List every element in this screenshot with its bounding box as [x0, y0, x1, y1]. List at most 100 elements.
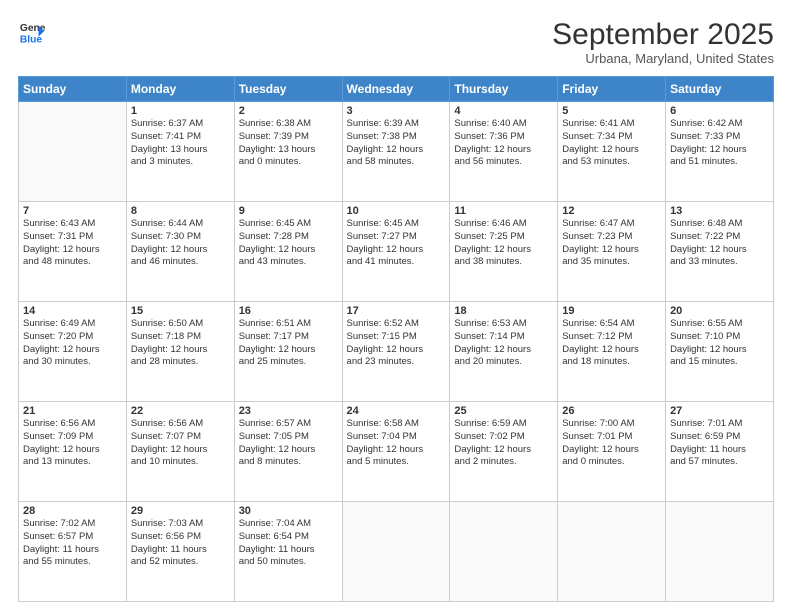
col-saturday: Saturday — [666, 77, 774, 102]
calendar-cell: 29Sunrise: 7:03 AMSunset: 6:56 PMDayligh… — [126, 502, 234, 602]
calendar-cell — [558, 502, 666, 602]
calendar-cell: 18Sunrise: 6:53 AMSunset: 7:14 PMDayligh… — [450, 302, 558, 402]
cell-info: Sunrise: 6:37 AMSunset: 7:41 PMDaylight:… — [131, 118, 230, 169]
day-number: 1 — [131, 105, 230, 117]
header: General Blue September 2025 Urbana, Mary… — [18, 18, 774, 66]
calendar-cell: 26Sunrise: 7:00 AMSunset: 7:01 PMDayligh… — [558, 402, 666, 502]
calendar-cell: 7Sunrise: 6:43 AMSunset: 7:31 PMDaylight… — [19, 202, 127, 302]
calendar-cell: 9Sunrise: 6:45 AMSunset: 7:28 PMDaylight… — [234, 202, 342, 302]
day-number: 16 — [239, 305, 338, 317]
col-thursday: Thursday — [450, 77, 558, 102]
day-number: 5 — [562, 105, 661, 117]
day-number: 8 — [131, 205, 230, 217]
calendar-cell: 8Sunrise: 6:44 AMSunset: 7:30 PMDaylight… — [126, 202, 234, 302]
cell-info: Sunrise: 6:48 AMSunset: 7:22 PMDaylight:… — [670, 218, 769, 269]
calendar-cell: 10Sunrise: 6:45 AMSunset: 7:27 PMDayligh… — [342, 202, 450, 302]
cell-info: Sunrise: 6:59 AMSunset: 7:02 PMDaylight:… — [454, 418, 553, 469]
day-number: 2 — [239, 105, 338, 117]
page: General Blue September 2025 Urbana, Mary… — [0, 0, 792, 612]
cell-info: Sunrise: 6:56 AMSunset: 7:09 PMDaylight:… — [23, 418, 122, 469]
title-block: September 2025 Urbana, Maryland, United … — [552, 18, 774, 66]
calendar-cell: 16Sunrise: 6:51 AMSunset: 7:17 PMDayligh… — [234, 302, 342, 402]
day-number: 18 — [454, 305, 553, 317]
cell-info: Sunrise: 6:41 AMSunset: 7:34 PMDaylight:… — [562, 118, 661, 169]
calendar-cell: 13Sunrise: 6:48 AMSunset: 7:22 PMDayligh… — [666, 202, 774, 302]
cell-info: Sunrise: 6:40 AMSunset: 7:36 PMDaylight:… — [454, 118, 553, 169]
day-number: 7 — [23, 205, 122, 217]
day-number: 24 — [347, 405, 446, 417]
calendar-cell: 1Sunrise: 6:37 AMSunset: 7:41 PMDaylight… — [126, 102, 234, 202]
calendar-cell: 12Sunrise: 6:47 AMSunset: 7:23 PMDayligh… — [558, 202, 666, 302]
day-number: 4 — [454, 105, 553, 117]
col-tuesday: Tuesday — [234, 77, 342, 102]
calendar-header-row: Sunday Monday Tuesday Wednesday Thursday… — [19, 77, 774, 102]
day-number: 30 — [239, 505, 338, 517]
cell-info: Sunrise: 6:49 AMSunset: 7:20 PMDaylight:… — [23, 318, 122, 369]
calendar-cell: 2Sunrise: 6:38 AMSunset: 7:39 PMDaylight… — [234, 102, 342, 202]
cell-info: Sunrise: 6:54 AMSunset: 7:12 PMDaylight:… — [562, 318, 661, 369]
calendar-cell: 11Sunrise: 6:46 AMSunset: 7:25 PMDayligh… — [450, 202, 558, 302]
day-number: 29 — [131, 505, 230, 517]
day-number: 19 — [562, 305, 661, 317]
calendar-week-row-4: 21Sunrise: 6:56 AMSunset: 7:09 PMDayligh… — [19, 402, 774, 502]
col-wednesday: Wednesday — [342, 77, 450, 102]
calendar-cell: 17Sunrise: 6:52 AMSunset: 7:15 PMDayligh… — [342, 302, 450, 402]
calendar-cell — [19, 102, 127, 202]
calendar-cell: 5Sunrise: 6:41 AMSunset: 7:34 PMDaylight… — [558, 102, 666, 202]
cell-info: Sunrise: 6:45 AMSunset: 7:28 PMDaylight:… — [239, 218, 338, 269]
day-number: 17 — [347, 305, 446, 317]
cell-info: Sunrise: 6:55 AMSunset: 7:10 PMDaylight:… — [670, 318, 769, 369]
calendar-cell: 4Sunrise: 6:40 AMSunset: 7:36 PMDaylight… — [450, 102, 558, 202]
day-number: 26 — [562, 405, 661, 417]
cell-info: Sunrise: 6:58 AMSunset: 7:04 PMDaylight:… — [347, 418, 446, 469]
main-title: September 2025 — [552, 18, 774, 51]
cell-info: Sunrise: 6:56 AMSunset: 7:07 PMDaylight:… — [131, 418, 230, 469]
calendar-cell: 20Sunrise: 6:55 AMSunset: 7:10 PMDayligh… — [666, 302, 774, 402]
calendar-cell: 19Sunrise: 6:54 AMSunset: 7:12 PMDayligh… — [558, 302, 666, 402]
calendar-week-row-5: 28Sunrise: 7:02 AMSunset: 6:57 PMDayligh… — [19, 502, 774, 602]
cell-info: Sunrise: 6:45 AMSunset: 7:27 PMDaylight:… — [347, 218, 446, 269]
calendar-week-row-1: 1Sunrise: 6:37 AMSunset: 7:41 PMDaylight… — [19, 102, 774, 202]
cell-info: Sunrise: 6:47 AMSunset: 7:23 PMDaylight:… — [562, 218, 661, 269]
cell-info: Sunrise: 7:00 AMSunset: 7:01 PMDaylight:… — [562, 418, 661, 469]
cell-info: Sunrise: 6:38 AMSunset: 7:39 PMDaylight:… — [239, 118, 338, 169]
subtitle: Urbana, Maryland, United States — [552, 51, 774, 66]
calendar-cell — [450, 502, 558, 602]
day-number: 28 — [23, 505, 122, 517]
day-number: 15 — [131, 305, 230, 317]
cell-info: Sunrise: 6:39 AMSunset: 7:38 PMDaylight:… — [347, 118, 446, 169]
calendar-cell: 6Sunrise: 6:42 AMSunset: 7:33 PMDaylight… — [666, 102, 774, 202]
cell-info: Sunrise: 6:50 AMSunset: 7:18 PMDaylight:… — [131, 318, 230, 369]
cell-info: Sunrise: 7:01 AMSunset: 6:59 PMDaylight:… — [670, 418, 769, 469]
calendar-cell: 27Sunrise: 7:01 AMSunset: 6:59 PMDayligh… — [666, 402, 774, 502]
cell-info: Sunrise: 7:04 AMSunset: 6:54 PMDaylight:… — [239, 518, 338, 569]
day-number: 10 — [347, 205, 446, 217]
logo-icon: General Blue — [18, 18, 46, 46]
day-number: 27 — [670, 405, 769, 417]
cell-info: Sunrise: 6:44 AMSunset: 7:30 PMDaylight:… — [131, 218, 230, 269]
cell-info: Sunrise: 6:51 AMSunset: 7:17 PMDaylight:… — [239, 318, 338, 369]
cell-info: Sunrise: 6:57 AMSunset: 7:05 PMDaylight:… — [239, 418, 338, 469]
calendar-cell: 15Sunrise: 6:50 AMSunset: 7:18 PMDayligh… — [126, 302, 234, 402]
day-number: 13 — [670, 205, 769, 217]
calendar-cell: 22Sunrise: 6:56 AMSunset: 7:07 PMDayligh… — [126, 402, 234, 502]
calendar-cell: 30Sunrise: 7:04 AMSunset: 6:54 PMDayligh… — [234, 502, 342, 602]
cell-info: Sunrise: 6:42 AMSunset: 7:33 PMDaylight:… — [670, 118, 769, 169]
cell-info: Sunrise: 7:03 AMSunset: 6:56 PMDaylight:… — [131, 518, 230, 569]
day-number: 20 — [670, 305, 769, 317]
day-number: 14 — [23, 305, 122, 317]
logo: General Blue — [18, 18, 46, 46]
day-number: 23 — [239, 405, 338, 417]
day-number: 25 — [454, 405, 553, 417]
calendar-week-row-3: 14Sunrise: 6:49 AMSunset: 7:20 PMDayligh… — [19, 302, 774, 402]
calendar-cell: 25Sunrise: 6:59 AMSunset: 7:02 PMDayligh… — [450, 402, 558, 502]
calendar-week-row-2: 7Sunrise: 6:43 AMSunset: 7:31 PMDaylight… — [19, 202, 774, 302]
calendar-cell: 28Sunrise: 7:02 AMSunset: 6:57 PMDayligh… — [19, 502, 127, 602]
calendar-cell: 24Sunrise: 6:58 AMSunset: 7:04 PMDayligh… — [342, 402, 450, 502]
day-number: 3 — [347, 105, 446, 117]
col-monday: Monday — [126, 77, 234, 102]
day-number: 22 — [131, 405, 230, 417]
cell-info: Sunrise: 6:52 AMSunset: 7:15 PMDaylight:… — [347, 318, 446, 369]
col-sunday: Sunday — [19, 77, 127, 102]
day-number: 6 — [670, 105, 769, 117]
